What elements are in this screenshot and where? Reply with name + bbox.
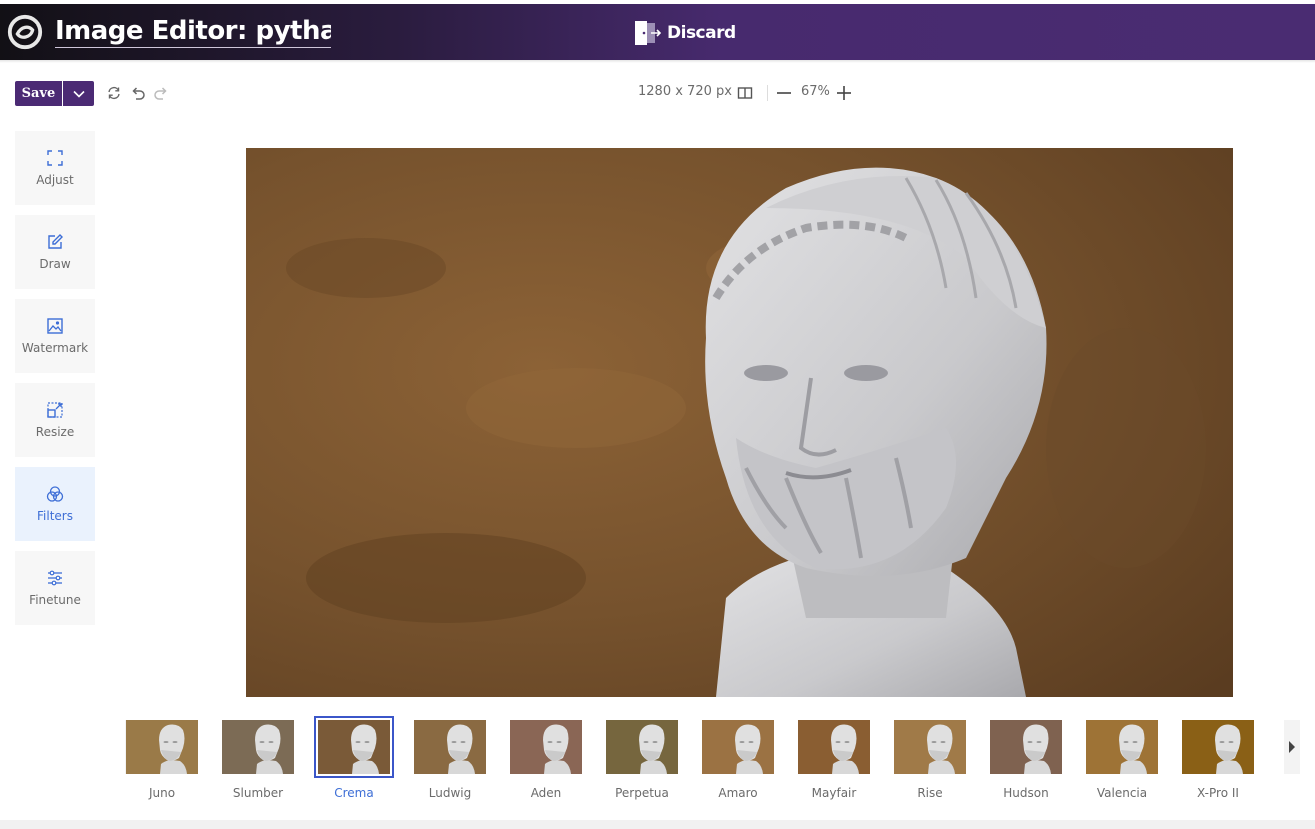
sidebar-item-adjust[interactable]: Adjust: [15, 131, 95, 205]
discard-button[interactable]: Discard: [633, 18, 736, 48]
filter-item-perpetua[interactable]: Perpetua: [602, 715, 682, 800]
chevron-down-icon: [72, 90, 85, 98]
save-button[interactable]: Save: [15, 81, 62, 106]
bottom-strip: [0, 820, 1315, 829]
zoom-in-icon[interactable]: [836, 85, 852, 101]
page-title[interactable]: Image Editor: pythag...: [55, 16, 331, 48]
filter-item-ludwig[interactable]: Ludwig: [410, 715, 490, 800]
filter-item-crema[interactable]: Crema: [314, 715, 394, 800]
filter-label: Crema: [334, 786, 374, 800]
redo-icon[interactable]: [153, 85, 169, 101]
watermark-icon: [47, 318, 63, 334]
filter-thumbnail[interactable]: [222, 720, 294, 774]
sidebar-item-label: Filters: [37, 509, 73, 523]
filter-item-amaro[interactable]: Amaro: [698, 715, 778, 800]
sliders-icon: [48, 570, 62, 586]
save-options-button[interactable]: [63, 81, 94, 106]
filter-thumbnail[interactable]: [314, 716, 394, 778]
sidebar-item-draw[interactable]: Draw: [15, 215, 95, 289]
filter-item-hudson[interactable]: Hudson: [986, 715, 1066, 800]
reset-icon[interactable]: [106, 85, 122, 101]
sidebar-item-filters[interactable]: Filters: [15, 467, 95, 541]
filter-thumbnail[interactable]: [990, 720, 1062, 774]
filter-label: Ludwig: [428, 786, 472, 800]
filter-thumbnail[interactable]: [1086, 720, 1158, 774]
filter-label: Hudson: [1003, 786, 1049, 800]
filter-thumbnail[interactable]: [606, 720, 678, 774]
filter-label: Valencia: [1096, 786, 1148, 800]
app-header: Image Editor: pythag... Discard: [0, 4, 1315, 60]
chevron-right-icon: [1289, 741, 1295, 753]
filter-item-aden[interactable]: Aden: [506, 715, 586, 800]
filters-scroll-right-button[interactable]: [1284, 720, 1300, 774]
pencil-icon: [48, 234, 63, 249]
filter-label: Mayfair: [811, 786, 857, 800]
filter-thumbnail[interactable]: [702, 720, 774, 774]
resize-icon: [47, 402, 63, 418]
sidebar-item-label: Adjust: [36, 173, 74, 187]
filter-thumbnail[interactable]: [894, 720, 966, 774]
bust-image: [246, 148, 1233, 697]
filter-item-x-pro-ii[interactable]: X-Pro II: [1178, 715, 1258, 800]
filter-thumbnail[interactable]: [798, 720, 870, 774]
zoom-level: 67%: [801, 84, 830, 99]
filters-icon: [46, 486, 64, 502]
zoom-out-icon[interactable]: [776, 85, 792, 101]
door-exit-icon: [635, 21, 662, 45]
image-dimensions: 1280 x 720 px: [638, 84, 732, 99]
sidebar-item-label: Watermark: [21, 341, 89, 355]
discard-label: Discard: [667, 23, 736, 43]
filter-item-valencia[interactable]: Valencia: [1082, 715, 1162, 800]
filter-label: X-Pro II: [1197, 786, 1239, 800]
undo-icon[interactable]: [130, 85, 146, 101]
filter-item-mayfair[interactable]: Mayfair: [794, 715, 874, 800]
filter-label: Rise: [917, 786, 943, 800]
sidebar-item-finetune[interactable]: Finetune: [15, 551, 95, 625]
filter-label: Perpetua: [615, 786, 669, 800]
compare-icon[interactable]: [737, 85, 753, 101]
crop-icon: [47, 150, 63, 166]
sidebar-item-label: Finetune: [29, 593, 81, 607]
sidebar-item-resize[interactable]: Resize: [15, 383, 95, 457]
filter-thumbnail[interactable]: [414, 720, 486, 774]
filter-item-juno[interactable]: Juno: [122, 715, 202, 800]
sidebar-item-watermark[interactable]: Watermark: [15, 299, 95, 373]
filter-label: Slumber: [232, 786, 284, 800]
filter-label: Juno: [148, 786, 176, 800]
filter-thumbnail[interactable]: [1182, 720, 1254, 774]
filter-thumbnail[interactable]: [126, 720, 198, 774]
sidebar-item-label: Resize: [35, 425, 75, 439]
toolbar-divider: [767, 85, 768, 101]
header-shadow: [0, 60, 1315, 63]
app-logo-icon: [7, 14, 43, 50]
filter-label: Aden: [530, 786, 562, 800]
image-canvas[interactable]: [246, 148, 1233, 697]
filter-item-rise[interactable]: Rise: [890, 715, 970, 800]
filter-label: Amaro: [718, 786, 758, 800]
filter-item-slumber[interactable]: Slumber: [218, 715, 298, 800]
sidebar-item-label: Draw: [39, 257, 71, 271]
filter-thumbnail[interactable]: [510, 720, 582, 774]
